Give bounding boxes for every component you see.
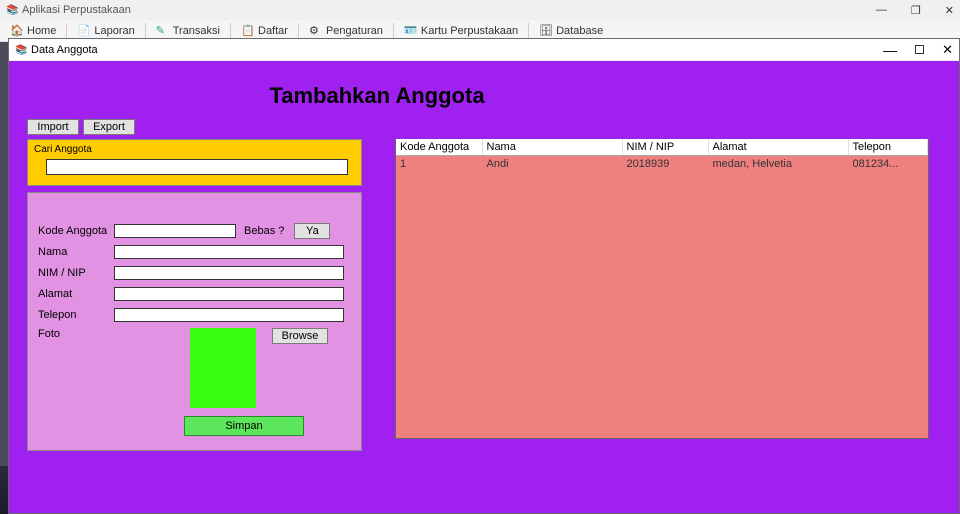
child-icon [15, 44, 27, 56]
table-row[interactable]: 1Andi2018939medan, Helvetia081234... [396, 156, 928, 173]
cell-nim: 2018939 [622, 156, 708, 173]
cell-nama: Andi [482, 156, 622, 173]
telepon-label: Telepon [38, 309, 114, 321]
search-panel: Cari Anggota [27, 139, 362, 186]
child-minimize-button[interactable]: — [883, 46, 897, 54]
menu-label: Transaksi [173, 25, 220, 37]
menu-transaksi[interactable]: Transaksi [150, 22, 226, 40]
db-icon [539, 24, 553, 38]
col-nim[interactable]: NIM / NIP [622, 139, 708, 156]
menu-label: Daftar [258, 25, 288, 37]
cell-telepon: 081234... [848, 156, 928, 173]
app-title: Aplikasi Perpustakaan [22, 4, 131, 16]
menu-pengaturan[interactable]: Pengaturan [303, 22, 389, 40]
menu-label: Database [556, 25, 603, 37]
report-icon [77, 24, 91, 38]
close-button[interactable]: ✕ [945, 4, 954, 17]
app-titlebar: Aplikasi Perpustakaan — ❐ ✕ [0, 0, 960, 20]
menu-daftar[interactable]: Daftar [235, 22, 294, 40]
child-titlebar: Data Anggota — ✕ [9, 39, 959, 61]
search-input[interactable] [46, 159, 348, 175]
alamat-input[interactable] [114, 287, 344, 301]
col-alamat[interactable]: Alamat [708, 139, 848, 156]
search-label: Cari Anggota [34, 144, 355, 155]
trans-icon [156, 24, 170, 38]
cell-alamat: medan, Helvetia [708, 156, 848, 173]
nim-input[interactable] [114, 266, 344, 280]
kode-input[interactable] [114, 224, 236, 238]
col-nama[interactable]: Nama [482, 139, 622, 156]
list-icon [241, 24, 255, 38]
window-controls: — ❐ ✕ [876, 4, 954, 17]
menu-label: Pengaturan [326, 25, 383, 37]
member-grid[interactable]: Kode Anggota Nama NIM / NIP Alamat Telep… [395, 139, 929, 439]
browse-button[interactable]: Browse [272, 328, 328, 344]
nama-label: Nama [38, 246, 114, 258]
workspace: Tambahkan Anggota Import Export Cari Ang… [9, 61, 959, 513]
col-kode[interactable]: Kode Anggota [396, 139, 482, 156]
menu-database[interactable]: Database [533, 22, 609, 40]
alamat-label: Alamat [38, 288, 114, 300]
import-button[interactable]: Import [27, 119, 79, 135]
app-icon [6, 4, 18, 16]
save-button[interactable]: Simpan [184, 416, 304, 436]
nim-label: NIM / NIP [38, 267, 114, 279]
card-icon [404, 24, 418, 38]
page-title: Tambahkan Anggota [27, 83, 727, 109]
form-panel: Kode Anggota Bebas ? Ya Nama NIM / NIP A… [27, 192, 362, 451]
menu-label: Kartu Perpustakaan [421, 25, 518, 37]
menu-label: Home [27, 25, 56, 37]
bebas-label: Bebas ? [244, 225, 284, 237]
child-maximize-button[interactable] [915, 45, 924, 54]
cell-kode: 1 [396, 156, 482, 173]
minimize-button[interactable]: — [876, 4, 887, 17]
foto-label: Foto [38, 328, 114, 340]
export-button[interactable]: Export [83, 119, 135, 135]
photo-placeholder [190, 328, 256, 408]
child-window: Data Anggota — ✕ Tambahkan Anggota Impor… [8, 38, 960, 514]
maximize-button[interactable]: ❐ [911, 4, 921, 17]
telepon-input[interactable] [114, 308, 344, 322]
child-close-button[interactable]: ✕ [942, 42, 953, 58]
gear-icon [309, 24, 323, 38]
menu-laporan[interactable]: Laporan [71, 22, 140, 40]
nama-input[interactable] [114, 245, 344, 259]
menu-home[interactable]: Home [4, 22, 62, 40]
col-telepon[interactable]: Telepon [848, 139, 928, 156]
ya-button[interactable]: Ya [294, 223, 330, 239]
menu-label: Laporan [94, 25, 134, 37]
child-title: Data Anggota [31, 44, 98, 56]
kode-label: Kode Anggota [38, 225, 114, 237]
home-icon [10, 24, 24, 38]
menu-kartu-perpustakaan[interactable]: Kartu Perpustakaan [398, 22, 524, 40]
